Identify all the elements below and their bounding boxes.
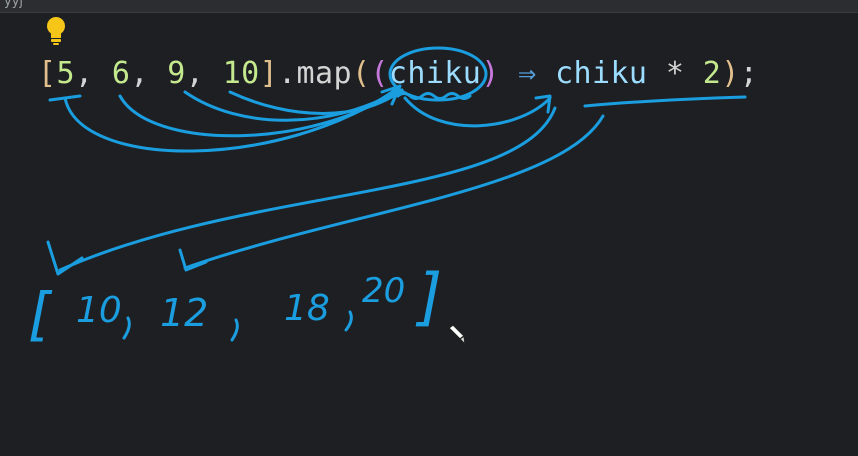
result-value-4: 20 [362, 271, 405, 311]
array-open-bracket: [ [38, 56, 57, 91]
code-line[interactable]: [5, 6, 9, 10].map((chiku) ⇒ chiku * 2); [38, 52, 758, 96]
result-value-1: 10 [76, 290, 122, 331]
arrow-to-result-1 [58, 106, 557, 272]
underline-mark [48, 94, 82, 102]
paren-close-outer: ) [721, 56, 740, 91]
array-close-bracket: ] [259, 56, 279, 91]
arrow-head [534, 94, 552, 114]
comma: , [74, 56, 112, 91]
editor-tab-bar: yyj [0, 0, 858, 13]
map-method: .map [278, 56, 352, 91]
lightbulb-icon[interactable] [42, 14, 70, 48]
multiplier: 2 [702, 56, 722, 91]
callback-parameter: chiku [388, 56, 482, 91]
arrow-to-result-2 [183, 114, 605, 270]
comma: , [185, 56, 223, 91]
paren-open-outer: ( [351, 56, 371, 91]
arrow-from-element-2 [118, 88, 400, 138]
comma: , [130, 56, 168, 91]
tab-title[interactable]: yyj [4, 0, 23, 9]
arrow-head [178, 248, 208, 272]
body-identifier: chiku [555, 56, 648, 91]
semicolon: ; [739, 56, 759, 91]
multiply-operator: * [647, 56, 703, 91]
result-close-bracket: ] [415, 260, 442, 333]
handwritten-result: [ 10 12 18 20 ] [28, 260, 442, 348]
arrow-operator: ⇒ [499, 56, 556, 91]
result-value-2: 12 [160, 291, 208, 335]
paren-open-inner: ( [370, 56, 389, 91]
array-element-4: 10 [222, 56, 260, 91]
array-element-1: 5 [56, 56, 75, 91]
arrow-from-element-1 [63, 88, 397, 153]
paren-close-inner: ) [481, 56, 500, 91]
result-open-bracket: [ [28, 280, 53, 348]
result-commas [122, 310, 353, 342]
arrow-head [46, 240, 84, 276]
array-element-2: 6 [111, 56, 131, 91]
arrow-param-to-body [403, 96, 552, 128]
pencil-cursor-icon [448, 324, 466, 346]
result-value-3: 18 [284, 288, 330, 329]
underline-mark [583, 95, 747, 108]
array-element-3: 9 [167, 56, 186, 91]
